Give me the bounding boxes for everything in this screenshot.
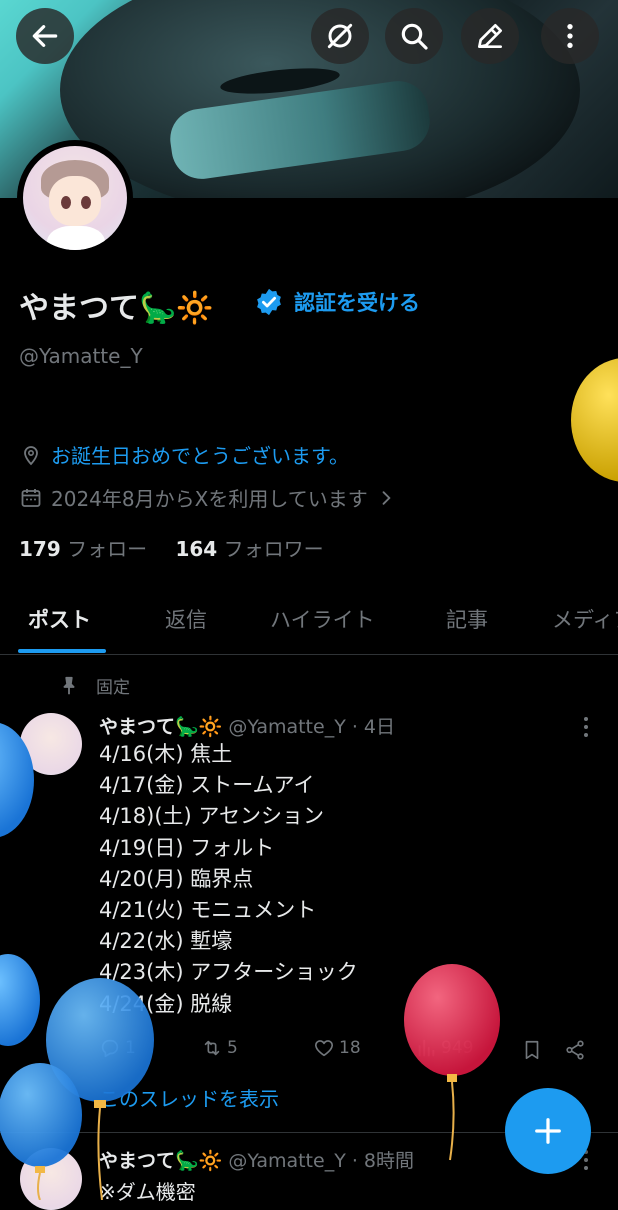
tab-replies[interactable]: 返信 bbox=[165, 604, 207, 634]
tab-posts[interactable]: ポスト bbox=[28, 604, 91, 634]
profile-tabs: ポスト 返信 ハイライト 記事 メディア bbox=[0, 600, 618, 655]
bar-chart-icon bbox=[418, 1039, 435, 1057]
grok-icon bbox=[327, 23, 353, 49]
profile-handle: @Yamatte_Y bbox=[19, 344, 143, 368]
followers-count: 164 bbox=[175, 537, 218, 561]
post-line: 4/16(木) 焦土 bbox=[99, 742, 233, 766]
followers-label: フォロワー bbox=[223, 537, 324, 561]
more-vertical-icon bbox=[567, 24, 573, 48]
profile-display-name: やまつて🦕🔆 bbox=[19, 291, 214, 326]
verified-badge-icon bbox=[257, 288, 281, 316]
yellow-balloon bbox=[571, 358, 618, 482]
bookmark-icon[interactable] bbox=[521, 1039, 543, 1061]
post-body[interactable]: 4/16(木) 焦土 4/17(金) ストームアイ 4/18)(土) アセンショ… bbox=[99, 739, 358, 1020]
post2-author-avatar[interactable] bbox=[20, 1148, 82, 1210]
post-line: 4/23(木) アフターショック bbox=[99, 960, 358, 985]
post-line: 4/24(金) 脱線 bbox=[99, 991, 233, 1016]
repost-button[interactable]: 5 bbox=[201, 1037, 238, 1059]
post-author-meta: @Yamatte_Y · 4日 bbox=[228, 716, 396, 738]
post-line: 4/21(火) モニュメント bbox=[99, 898, 317, 923]
compose-post-button[interactable] bbox=[505, 1088, 591, 1174]
post2-body[interactable]: ※ダム機密 bbox=[99, 1176, 196, 1205]
blue-balloon-small bbox=[0, 954, 40, 1046]
pinned-indicator: 固定 bbox=[58, 673, 130, 698]
views-button[interactable]: 949 bbox=[415, 1037, 473, 1059]
tab-media[interactable]: メディア bbox=[552, 604, 618, 634]
avatar-body bbox=[47, 226, 105, 250]
avatar-face bbox=[49, 176, 101, 226]
get-verified-button[interactable]: 認証を受ける bbox=[254, 287, 420, 317]
post-actions: 1 5 18 949 bbox=[99, 1037, 618, 1067]
post-line: 4/22(水) 塹壕 bbox=[99, 929, 233, 954]
post-more-icon[interactable] bbox=[578, 714, 594, 740]
grok-button[interactable] bbox=[311, 8, 369, 64]
location-pin-icon bbox=[24, 445, 38, 465]
following-label: フォロー bbox=[67, 537, 148, 561]
like-count: 18 bbox=[339, 1038, 361, 1058]
post-line: 4/20(月) 臨界点 bbox=[99, 866, 254, 891]
back-button[interactable] bbox=[16, 8, 74, 64]
repost-icon bbox=[204, 1040, 220, 1056]
follow-stats: 179 フォロー 164 フォロワー bbox=[19, 533, 324, 562]
post-author-name[interactable]: やまつて🦕🔆 bbox=[99, 712, 222, 739]
post-header: やまつて🦕🔆 @Yamatte_Y · 4日 bbox=[99, 712, 395, 739]
joined-row[interactable]: 2024年8月からXを利用しています bbox=[19, 483, 396, 512]
post-author-avatar[interactable] bbox=[20, 713, 82, 775]
search-icon bbox=[401, 23, 428, 50]
following-link[interactable]: 179 フォロー bbox=[19, 537, 147, 561]
arrow-left-icon bbox=[32, 25, 58, 47]
avatar-eye-left bbox=[61, 196, 71, 209]
birthday-row: お誕生日おめでとうございます。 bbox=[19, 440, 349, 469]
post-line: 4/17(金) ストームアイ bbox=[99, 773, 315, 798]
show-thread-link[interactable]: このスレッドを表示 bbox=[99, 1083, 279, 1112]
plus-icon bbox=[535, 1118, 561, 1144]
search-button[interactable] bbox=[385, 8, 443, 64]
repost-count: 5 bbox=[227, 1038, 238, 1058]
tab-articles[interactable]: 記事 bbox=[446, 604, 488, 634]
post2-author-meta: @Yamatte_Y · 8時間 bbox=[228, 1150, 415, 1172]
edit-button[interactable] bbox=[461, 8, 519, 64]
post-line: 4/18)(土) アセンション bbox=[99, 804, 324, 829]
get-verified-label: 認証を受ける bbox=[294, 291, 420, 315]
tab-highlights[interactable]: ハイライト bbox=[270, 604, 375, 634]
joined-text: 2024年8月からXを利用しています bbox=[51, 487, 368, 511]
reply-icon bbox=[101, 1039, 119, 1058]
profile-avatar[interactable] bbox=[17, 140, 133, 256]
post2-header: やまつて🦕🔆 @Yamatte_Y · 8時間 bbox=[99, 1146, 414, 1173]
chevron-right-icon bbox=[382, 490, 391, 505]
pinned-label: 固定 bbox=[96, 678, 130, 698]
view-count: 949 bbox=[441, 1038, 474, 1058]
followers-link[interactable]: 164 フォロワー bbox=[175, 537, 323, 561]
pin-icon bbox=[63, 676, 75, 694]
share-icon[interactable] bbox=[564, 1039, 586, 1061]
birthday-text[interactable]: お誕生日おめでとうございます。 bbox=[51, 440, 349, 469]
reply-button[interactable]: 1 bbox=[99, 1037, 136, 1059]
avatar-eye-right bbox=[81, 196, 91, 209]
active-tab-indicator bbox=[18, 649, 106, 653]
more-options-button[interactable] bbox=[541, 8, 599, 64]
heart-icon bbox=[314, 1040, 334, 1057]
reply-count: 1 bbox=[125, 1038, 136, 1058]
post-line: 4/19(日) フォルト bbox=[99, 835, 275, 860]
following-count: 179 bbox=[19, 537, 61, 561]
calendar-icon bbox=[21, 488, 41, 507]
post2-author-name[interactable]: やまつて🦕🔆 bbox=[99, 1146, 222, 1173]
pencil-icon bbox=[478, 24, 502, 48]
like-button[interactable]: 18 bbox=[313, 1037, 361, 1059]
avatar-image bbox=[23, 146, 127, 250]
